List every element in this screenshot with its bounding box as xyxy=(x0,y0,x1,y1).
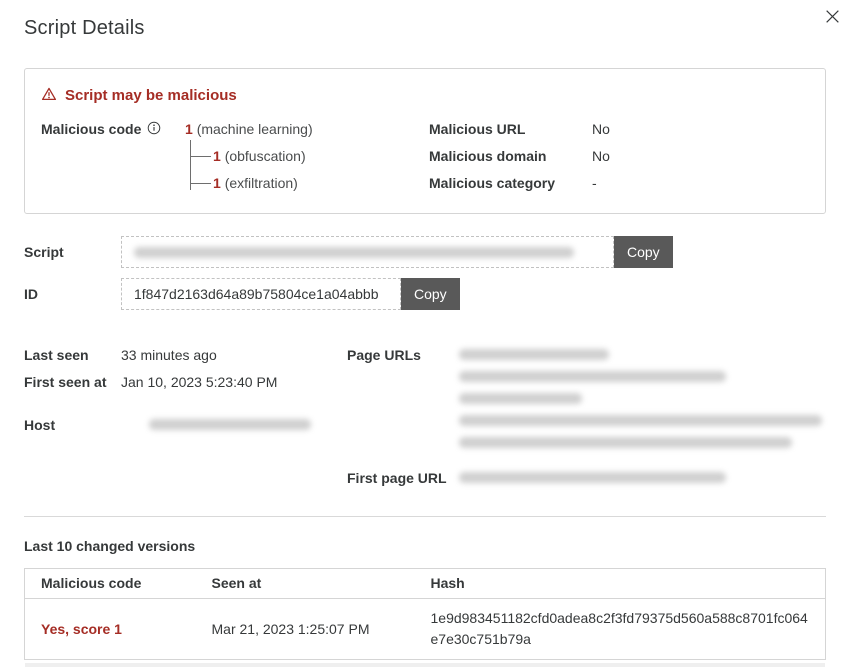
tree-child-text: (obfuscation) xyxy=(225,148,306,164)
script-field-row: Script Copy xyxy=(24,236,826,268)
redacted-page-url xyxy=(459,371,726,382)
page-urls-row: Page URLs xyxy=(347,345,826,459)
malicious-category-label: Malicious category xyxy=(429,173,592,193)
host-label: Host xyxy=(24,415,121,435)
script-details-modal: Script Details Script may be malicious M… xyxy=(0,0,850,667)
warning-triangle-icon xyxy=(41,86,57,105)
host-row: Host xyxy=(24,415,347,435)
tree-child-text: (exfiltration) xyxy=(225,175,298,191)
malicious-warning-panel: Script may be malicious Malicious code 1… xyxy=(24,68,826,214)
next-row-cutoff xyxy=(25,663,825,667)
version-seen-at: Mar 21, 2023 1:25:07 PM xyxy=(196,599,415,660)
id-label: ID xyxy=(24,286,121,302)
warning-heading-text: Script may be malicious xyxy=(65,87,237,104)
first-seen-value: Jan 10, 2023 5:23:40 PM xyxy=(121,372,277,392)
versions-heading: Last 10 changed versions xyxy=(24,537,826,555)
malicious-code-tree: 1 (machine learning) 1 (obfuscation) 1 (… xyxy=(185,119,313,200)
last-seen-row: Last seen 33 minutes ago xyxy=(24,345,347,365)
metadata-section: Last seen 33 minutes ago First seen at J… xyxy=(24,345,826,495)
versions-header-row: Malicious code Seen at Hash xyxy=(25,569,826,599)
script-label: Script xyxy=(24,244,121,260)
col-header-hash: Hash xyxy=(415,569,826,599)
last-seen-label: Last seen xyxy=(24,345,121,365)
redacted-page-url xyxy=(459,437,792,448)
copy-script-button[interactable]: Copy xyxy=(614,236,673,268)
modal-header: Script Details xyxy=(24,0,826,41)
first-page-url-row: First page URL xyxy=(347,468,826,488)
tree-child-exfiltration: 1 (exfiltration) xyxy=(213,173,313,193)
page-urls-label: Page URLs xyxy=(347,345,459,459)
malicious-domain-value: No xyxy=(592,146,610,166)
section-divider xyxy=(24,516,826,517)
malicious-domain-row: Malicious domain No xyxy=(429,146,809,166)
redacted-page-urls xyxy=(459,345,822,459)
close-icon xyxy=(824,13,841,28)
page-title: Script Details xyxy=(24,15,826,41)
tree-child-count: 1 xyxy=(213,175,221,191)
redacted-page-url xyxy=(459,415,822,426)
tree-child-obfuscation: 1 (obfuscation) xyxy=(213,146,313,166)
close-button[interactable] xyxy=(822,6,843,27)
tree-root-count: 1 xyxy=(185,121,193,137)
last-seen-value: 33 minutes ago xyxy=(121,345,217,365)
redacted-first-page-url xyxy=(459,472,726,483)
versions-table: Malicious code Seen at Hash Yes, score 1… xyxy=(24,568,826,660)
first-seen-row: First seen at Jan 10, 2023 5:23:40 PM xyxy=(24,372,347,392)
tree-child-count: 1 xyxy=(213,148,221,164)
malicious-url-row: Malicious URL No xyxy=(429,119,809,139)
info-icon[interactable] xyxy=(147,121,161,135)
id-value: 1f847d2163d64a89b75804ce1a04abbb xyxy=(134,286,378,302)
copy-id-button[interactable]: Copy xyxy=(401,278,460,310)
redacted-script-value xyxy=(134,247,574,258)
col-header-seen-at: Seen at xyxy=(196,569,415,599)
table-row: Yes, score 1 Mar 21, 2023 1:25:07 PM 1e9… xyxy=(25,599,826,660)
malicious-domain-label: Malicious domain xyxy=(429,146,592,166)
warning-heading: Script may be malicious xyxy=(41,86,809,105)
id-value-box: 1f847d2163d64a89b75804ce1a04abbb xyxy=(121,278,401,310)
tree-root-text: (machine learning) xyxy=(197,121,313,137)
tree-root: 1 (machine learning) xyxy=(185,119,313,139)
first-page-url-label: First page URL xyxy=(347,468,459,488)
redacted-page-url xyxy=(459,349,609,360)
col-header-malicious-code: Malicious code xyxy=(25,569,196,599)
malicious-category-value: - xyxy=(592,173,597,193)
version-hash: 1e9d983451182cfd0adea8c2f3fd79375d560a58… xyxy=(415,599,826,660)
malicious-url-value: No xyxy=(592,119,610,139)
malicious-code-label: Malicious code xyxy=(41,119,141,139)
malicious-category-row: Malicious category - xyxy=(429,173,809,193)
script-value-box xyxy=(121,236,614,268)
version-malicious-code: Yes, score 1 xyxy=(25,599,196,660)
first-seen-label: First seen at xyxy=(24,372,121,392)
redacted-host-value xyxy=(149,419,311,430)
malicious-indicators: Malicious URL No Malicious domain No Mal… xyxy=(429,119,809,200)
redacted-page-url xyxy=(459,393,582,404)
malicious-url-label: Malicious URL xyxy=(429,119,592,139)
id-field-row: ID 1f847d2163d64a89b75804ce1a04abbb Copy xyxy=(24,278,826,310)
